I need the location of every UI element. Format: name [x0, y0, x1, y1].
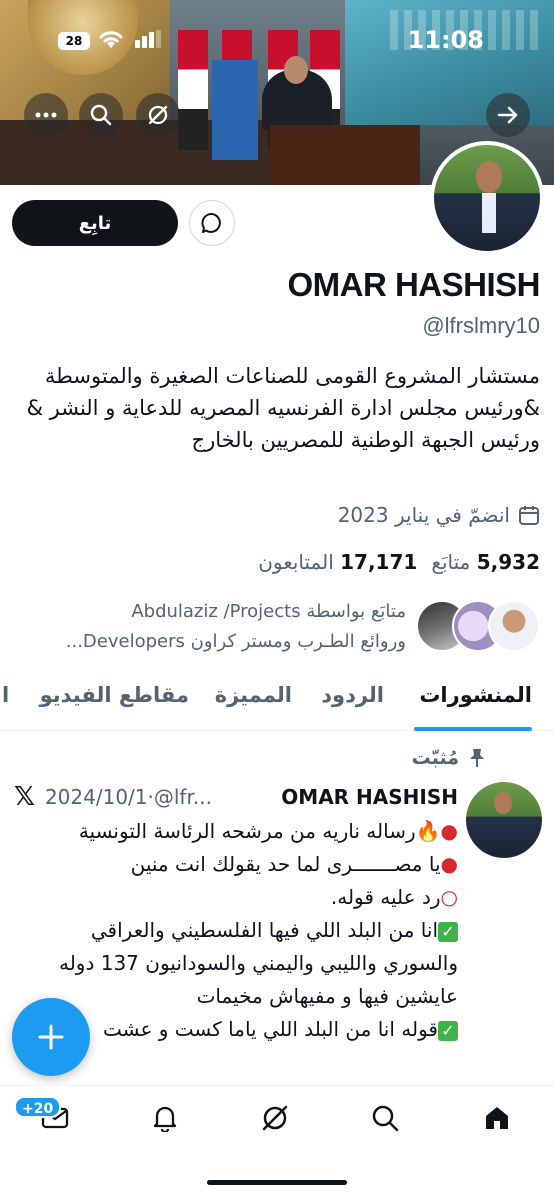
avatar-shirt [482, 193, 496, 233]
followed-by-line1: متابَع بواسطة Abdulaziz /Projects [131, 601, 406, 622]
post-line: ●🔥رساله ناريه من مرشحه الرئاسة التونسية [78, 819, 458, 843]
more-icon [35, 112, 57, 118]
red-circle-icon: ● [440, 819, 458, 843]
profile-name: OMAR HASHISH [287, 266, 540, 303]
post-handle: @lfr... [153, 785, 212, 809]
battery-icon: 28 [58, 32, 90, 50]
red-circle-icon: ● [440, 852, 458, 876]
post-line: ●يا مصـــــــرى لما حد يقولك انت منين [130, 852, 458, 876]
bell-icon [153, 1106, 177, 1132]
followed-by-avatars [416, 600, 540, 654]
active-tab-indicator [414, 727, 532, 731]
banner-podium [270, 125, 420, 185]
message-bubble-icon [201, 213, 221, 233]
avatar-head [476, 161, 502, 193]
check-mark-icon: ✓ [438, 1021, 458, 1041]
fire-icon: 🔥 [415, 819, 441, 843]
post-author-name[interactable]: OMAR HASHISH [281, 785, 458, 809]
nav-search[interactable] [360, 1098, 410, 1138]
following-count: 5,932 [476, 550, 540, 574]
followers-link[interactable]: 17,171 المتابعون [258, 550, 417, 574]
profile-bio: مستشار المشروع القومى للصناعات الصغيرة و… [26, 364, 540, 452]
tab-more[interactable]: ا [2, 683, 9, 707]
post-header: 𝕏 2024/10/1·@lfr... OMAR HASHISH [14, 782, 458, 812]
signal-icon [135, 30, 161, 52]
more-options-button[interactable] [24, 93, 68, 137]
nav-home[interactable] [472, 1098, 522, 1138]
grok-icon [148, 105, 168, 125]
pinned-label: مُثبّت [412, 747, 487, 769]
back-button[interactable] [486, 93, 530, 137]
followed-by-line2: وروائع الطـرب ومستر كراون Developers... [65, 631, 406, 652]
joined-date: انضمّ في يناير 2023 [338, 503, 540, 527]
search-button[interactable] [79, 93, 123, 137]
calendar-icon [519, 506, 539, 525]
post-meta: 2024/10/1·@lfr... [44, 785, 212, 809]
profile-handle: @lfrslmry10 [422, 313, 540, 338]
following-link[interactable]: 5,932 متابَع [431, 550, 540, 574]
post-date: 2024/10/1 [44, 785, 148, 809]
plus-icon [38, 1024, 64, 1050]
tab-videos[interactable]: مقاطع الفيديو [40, 683, 189, 707]
search-icon [372, 1105, 399, 1132]
profile-tabs: المنشورات الردود المميزة مقاطع الفيديو ا [0, 665, 554, 731]
arrow-right-icon [497, 106, 518, 124]
home-indicator [207, 1180, 347, 1185]
avatar-head [494, 792, 512, 814]
tab-highlights[interactable]: المميزة [215, 683, 292, 707]
status-time: 11:08 [407, 26, 484, 54]
pinned-text: مُثبّت [411, 747, 459, 769]
home-icon [486, 1107, 508, 1129]
red-ring-icon: ○ [440, 885, 458, 909]
message-button[interactable] [189, 200, 235, 246]
profile-stats: 5,932 متابَع 17,171 المتابعون [258, 550, 540, 574]
profile-avatar[interactable] [430, 141, 544, 255]
check-mark-icon: ✓ [438, 922, 458, 942]
followers-count: 17,171 [340, 550, 418, 574]
nav-grok[interactable] [250, 1098, 300, 1138]
following-label: متابَع [431, 550, 471, 574]
grok-icon [262, 1105, 288, 1131]
pin-icon [470, 749, 484, 767]
tab-posts[interactable]: المنشورات [419, 683, 532, 707]
followed-by[interactable]: متابَع بواسطة Abdulaziz /Projects وروائع… [14, 598, 540, 658]
grok-button[interactable] [136, 93, 180, 137]
post-line: ○رد عليه قوله. [330, 885, 458, 909]
x-logo-icon: 𝕏 [14, 782, 35, 812]
nav-notifications[interactable] [140, 1098, 190, 1138]
search-icon [90, 104, 112, 126]
messages-badge: +20 [14, 1096, 62, 1118]
tab-replies[interactable]: الردود [321, 683, 384, 707]
wifi-icon [97, 28, 125, 54]
post-line: ✓انا من البلد اللي فيها الفلسطيني والعرا… [58, 918, 458, 1008]
compose-button[interactable] [12, 998, 90, 1076]
follower-avatar [488, 600, 540, 652]
followers-label: المتابعون [258, 550, 334, 574]
status-bar: 28 11:08 [0, 0, 554, 80]
joined-text: انضمّ في يناير 2023 [337, 503, 510, 527]
follow-button[interactable]: تابِع [12, 200, 178, 246]
post-author-avatar[interactable] [466, 782, 542, 858]
